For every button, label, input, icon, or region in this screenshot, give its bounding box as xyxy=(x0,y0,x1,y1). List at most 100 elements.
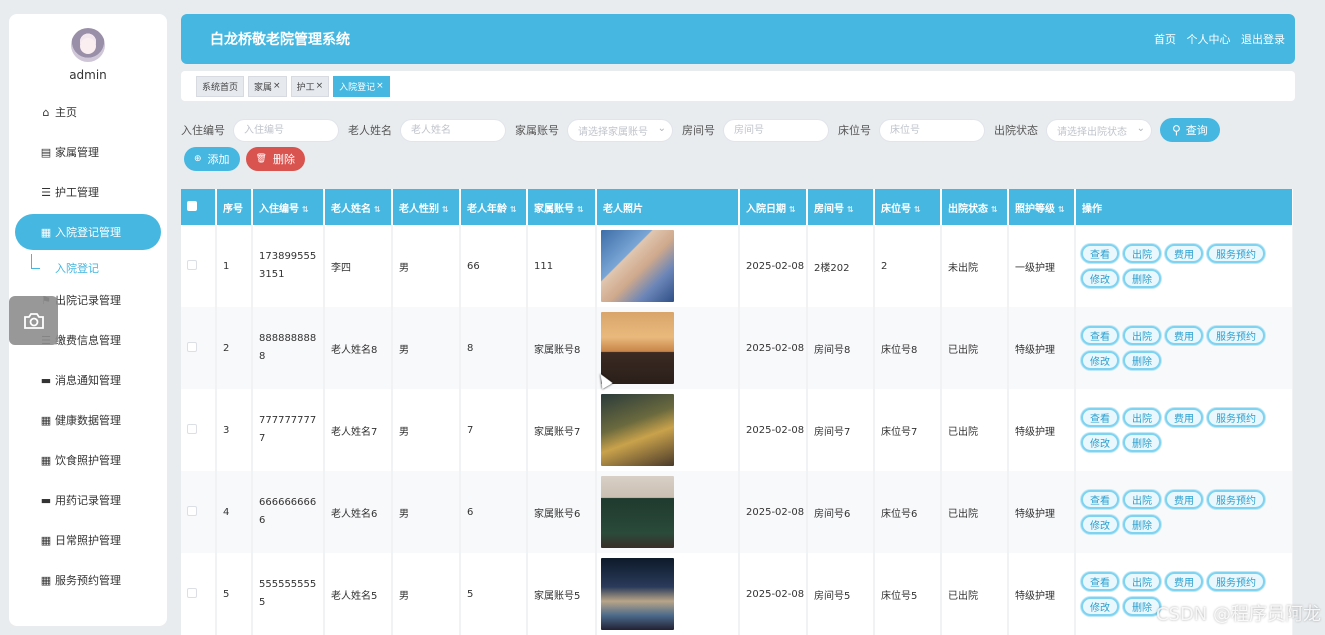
edit-button[interactable]: 修改 xyxy=(1081,597,1119,616)
profile-center-link[interactable]: 个人中心 xyxy=(1187,33,1231,46)
elder-photo[interactable] xyxy=(601,394,674,466)
column-header[interactable]: 出院状态 ⇅ xyxy=(941,189,1009,225)
column-header[interactable]: 老人年龄 ⇅ xyxy=(460,189,528,225)
add-button[interactable]: ⊕ 添加 xyxy=(184,147,240,171)
discharge-status-select[interactable]: 请选择出院状态 ⌄ xyxy=(1046,118,1152,142)
table-row[interactable]: 1 1738995553151 李四男 66 111 2025-02-08 2楼202 2 未出… xyxy=(181,225,1293,307)
column-header[interactable]: 房间号 ⇅ xyxy=(807,189,875,225)
elder-photo[interactable] xyxy=(601,476,674,548)
elder-photo[interactable] xyxy=(601,312,674,384)
close-icon[interactable]: × xyxy=(273,81,281,91)
close-icon[interactable]: × xyxy=(316,81,324,91)
row-select-cell[interactable] xyxy=(181,471,217,553)
tab-1[interactable]: 家属 × xyxy=(248,75,287,97)
sort-icon[interactable]: ⇅ xyxy=(510,205,517,214)
fee-button[interactable]: 费用 xyxy=(1165,244,1203,263)
admission-no-input[interactable] xyxy=(233,118,339,142)
sort-icon[interactable]: ⇅ xyxy=(914,205,921,214)
delete-button[interactable]: 删除 xyxy=(1123,433,1161,452)
row-checkbox[interactable] xyxy=(187,587,197,598)
row-select-cell[interactable] xyxy=(181,389,217,471)
avatar[interactable] xyxy=(71,28,105,62)
discharge-button[interactable]: 出院 xyxy=(1123,572,1161,591)
elder-photo[interactable] xyxy=(601,558,674,630)
column-header[interactable]: 家属账号 ⇅ xyxy=(527,189,597,225)
edit-button[interactable]: 修改 xyxy=(1081,351,1119,370)
select-all-header[interactable] xyxy=(181,189,217,225)
room-no-input[interactable] xyxy=(723,118,829,142)
delete-button[interactable]: 删除 xyxy=(1123,351,1161,370)
search-button[interactable]: ⚲ 查询 xyxy=(1160,118,1220,142)
sidebar-item-7[interactable]: ▦ 健康数据管理 xyxy=(15,402,161,438)
family-account-select[interactable]: 请选择家属账号 ⌄ xyxy=(567,118,673,142)
row-select-cell[interactable] xyxy=(181,553,217,635)
screenshot-camera-button[interactable] xyxy=(9,296,58,345)
sidebar-item-11[interactable]: ▦ 服务预约管理 xyxy=(15,562,161,598)
column-header[interactable]: 序号 xyxy=(216,189,253,225)
column-header[interactable]: 操作 xyxy=(1075,189,1293,225)
column-header[interactable]: 老人照片 xyxy=(596,189,740,225)
service-booking-button[interactable]: 服务预约 xyxy=(1207,490,1265,509)
edit-button[interactable]: 修改 xyxy=(1081,269,1119,288)
service-booking-button[interactable]: 服务预约 xyxy=(1207,244,1265,263)
column-header[interactable]: 入院日期 ⇅ xyxy=(739,189,808,225)
sidebar-item-10[interactable]: ▦ 日常照护管理 xyxy=(15,522,161,558)
fee-button[interactable]: 费用 xyxy=(1165,572,1203,591)
discharge-button[interactable]: 出院 xyxy=(1123,490,1161,509)
column-header[interactable]: 老人姓名 ⇅ xyxy=(324,189,393,225)
sidebar-item-2[interactable]: ☰ 护工管理 xyxy=(15,174,161,210)
sort-icon[interactable]: ⇅ xyxy=(847,205,854,214)
tab-3[interactable]: 入院登记 × xyxy=(333,75,390,97)
edit-button[interactable]: 修改 xyxy=(1081,515,1119,534)
view-button[interactable]: 查看 xyxy=(1081,408,1119,427)
discharge-button[interactable]: 出院 xyxy=(1123,326,1161,345)
table-row[interactable]: 2 8888888888 老人姓名8 男 8 家属账号8 2025-02-08 房间号8 床位号… xyxy=(181,307,1293,389)
close-icon[interactable]: × xyxy=(376,81,384,91)
submenu-item-admission[interactable]: 入院登记 xyxy=(9,254,167,282)
sidebar-item-1[interactable]: ▤ 家属管理 xyxy=(15,134,161,170)
row-checkbox[interactable] xyxy=(187,341,197,352)
row-select-cell[interactable] xyxy=(181,225,217,307)
view-button[interactable]: 查看 xyxy=(1081,490,1119,509)
edit-button[interactable]: 修改 xyxy=(1081,433,1119,452)
sidebar-item-8[interactable]: ▦ 饮食照护管理 xyxy=(15,442,161,478)
tab-2[interactable]: 护工 × xyxy=(290,75,330,97)
delete-button[interactable]: 删除 xyxy=(1123,515,1161,534)
bed-no-input[interactable] xyxy=(879,118,985,142)
delete-button[interactable]: 删除 xyxy=(1123,269,1161,288)
row-checkbox[interactable] xyxy=(187,505,197,516)
fee-button[interactable]: 费用 xyxy=(1165,408,1203,427)
view-button[interactable]: 查看 xyxy=(1081,244,1119,263)
table-row[interactable]: 3 7777777777 老人姓名7 男 7 家属账号7 2025-02-08 房间号7 床位号… xyxy=(181,389,1293,471)
sort-icon[interactable]: ⇅ xyxy=(991,205,998,214)
column-header[interactable]: 老人性别 ⇅ xyxy=(392,189,461,225)
elder-photo[interactable] xyxy=(601,230,674,302)
sidebar-item-3[interactable]: ▦ 入院登记管理 xyxy=(15,214,161,250)
fee-button[interactable]: 费用 xyxy=(1165,326,1203,345)
service-booking-button[interactable]: 服务预约 xyxy=(1207,572,1265,591)
sort-icon[interactable]: ⇅ xyxy=(789,205,796,214)
home-link[interactable]: 首页 xyxy=(1154,33,1176,46)
row-select-cell[interactable] xyxy=(181,307,217,389)
row-checkbox[interactable] xyxy=(187,423,197,434)
sidebar-item-9[interactable]: ▬ 用药记录管理 xyxy=(15,482,161,518)
service-booking-button[interactable]: 服务预约 xyxy=(1207,326,1265,345)
discharge-button[interactable]: 出院 xyxy=(1123,244,1161,263)
sort-icon[interactable]: ⇅ xyxy=(1058,205,1065,214)
table-row[interactable]: 4 6666666666 老人姓名6 男 6 家属账号6 2025-02-08 房间号6 床位号… xyxy=(181,471,1293,553)
batch-delete-button[interactable]: 🗑 删除 xyxy=(245,147,305,171)
row-checkbox[interactable] xyxy=(187,259,197,270)
table-row[interactable]: 5 5555555555 老人姓名5 男 5 家属账号5 2025-02-08 房间号5 床位号… xyxy=(181,553,1293,635)
discharge-button[interactable]: 出院 xyxy=(1123,408,1161,427)
sort-icon[interactable]: ⇅ xyxy=(442,205,449,214)
view-button[interactable]: 查看 xyxy=(1081,326,1119,345)
fee-button[interactable]: 费用 xyxy=(1165,490,1203,509)
elder-name-input[interactable] xyxy=(400,118,506,142)
service-booking-button[interactable]: 服务预约 xyxy=(1207,408,1265,427)
tab-0[interactable]: 系统首页 xyxy=(196,75,245,97)
column-header[interactable]: 床位号 ⇅ xyxy=(874,189,942,225)
column-header[interactable]: 入住编号 ⇅ xyxy=(252,189,325,225)
select-all-checkbox[interactable] xyxy=(187,200,197,211)
sort-icon[interactable]: ⇅ xyxy=(374,205,381,214)
sort-icon[interactable]: ⇅ xyxy=(302,205,309,214)
